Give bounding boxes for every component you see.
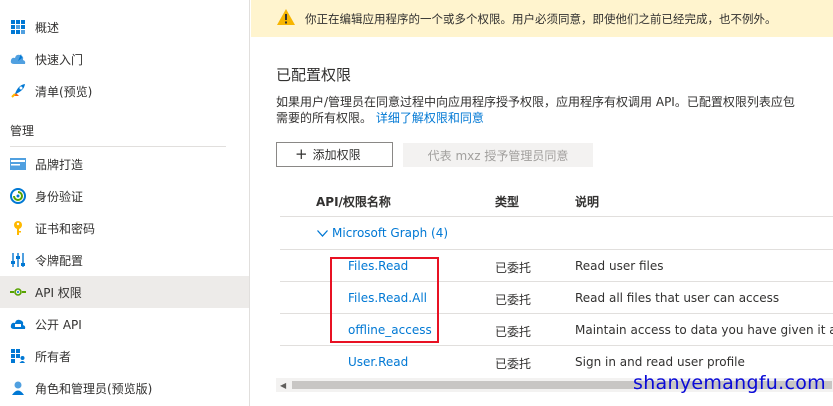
add-permission-label: 添加权限 xyxy=(312,148,361,162)
sidebar-item-label: 角色和管理员(预览版) xyxy=(35,381,153,396)
sidebar-item-label: 身份验证 xyxy=(35,189,84,204)
token-config-icon xyxy=(10,252,26,268)
owners-icon xyxy=(10,348,26,364)
permission-description: Maintain access to data you have given i… xyxy=(575,323,833,337)
rocket-icon xyxy=(10,83,26,99)
main-content: 你正在编辑应用程序的一个或多个权限。用户必须同意，即使他们之前已经完成，也不例外… xyxy=(251,0,833,406)
sidebar-item-quickstart[interactable]: 快速入门 xyxy=(0,43,249,75)
divider xyxy=(280,216,833,217)
description: 如果用户/管理员在同意过程中向应用程序授予权限，应用程序有权调用 API。已配置… xyxy=(276,94,833,126)
chevron-down-icon xyxy=(317,229,328,237)
sidebar-item-label: 证书和密码 xyxy=(35,221,96,236)
grid-icon xyxy=(10,19,26,35)
sidebar-item-label: 清单(预览) xyxy=(35,84,93,99)
sidebar-item-owners[interactable]: 所有者 xyxy=(0,340,249,372)
expose-api-icon xyxy=(10,316,26,332)
sidebar-item-token-config[interactable]: 令牌配置 xyxy=(0,244,249,276)
highlight-box xyxy=(330,257,439,343)
permission-type: 已委托 xyxy=(495,261,532,275)
sidebar-item-label: 品牌打造 xyxy=(35,157,84,172)
sidebar-item-label: 所有者 xyxy=(35,349,72,364)
column-header-type: 类型 xyxy=(495,195,520,209)
divider xyxy=(280,249,833,250)
description-line-2: 需要的所有权限。 详细了解权限和同意 xyxy=(276,110,833,126)
description-text: 需要的所有权限。 xyxy=(276,111,373,125)
sidebar-item-label: 快速入门 xyxy=(35,52,84,67)
divider xyxy=(280,345,833,346)
api-group-row[interactable]: Microsoft Graph (4) xyxy=(317,226,448,240)
banner-text: 你正在编辑应用程序的一个或多个权限。用户必须同意，即使他们之前已经完成，也不例外… xyxy=(305,11,777,26)
grant-admin-consent-button[interactable]: 代表 mxz 授予管理员同意 xyxy=(403,143,593,167)
sidebar-item-expose-api[interactable]: 公开 API xyxy=(0,308,249,340)
sidebar-item-label: 公开 API xyxy=(35,317,82,332)
sidebar-item-overview[interactable]: 概述 xyxy=(0,11,249,43)
sidebar-item-certificates[interactable]: 证书和密码 xyxy=(0,212,249,244)
warning-icon xyxy=(277,9,295,28)
roles-icon xyxy=(10,380,26,396)
warning-banner: 你正在编辑应用程序的一个或多个权限。用户必须同意，即使他们之前已经完成，也不例外… xyxy=(251,0,833,37)
add-permission-button[interactable]: + 添加权限 xyxy=(276,142,393,167)
permission-type: 已委托 xyxy=(495,325,532,339)
watermark: shanyemangfu.com xyxy=(633,372,826,394)
page-title: 已配置权限 xyxy=(276,66,352,84)
sidebar-item-label: 概述 xyxy=(35,20,60,35)
permission-type: 已委托 xyxy=(495,293,532,307)
sidebar: 概述 快速入门 清单(预览) 管理 品牌打造 身份验证 证书和密码 令牌配置 A… xyxy=(0,0,250,406)
key-icon xyxy=(10,220,26,236)
column-header-name: API/权限名称 xyxy=(316,195,391,209)
learn-more-link[interactable]: 详细了解权限和同意 xyxy=(376,111,484,125)
sidebar-item-checklist[interactable]: 清单(预览) xyxy=(0,75,249,107)
plus-icon: + xyxy=(295,145,308,163)
permission-description: Sign in and read user profile xyxy=(575,355,745,369)
sidebar-item-label: 令牌配置 xyxy=(35,253,84,268)
sidebar-item-roles[interactable]: 角色和管理员(预览版) xyxy=(0,372,249,404)
sidebar-item-authentication[interactable]: 身份验证 xyxy=(0,180,249,212)
permission-description: Read all files that user can access xyxy=(575,291,780,305)
permission-description: Read user files xyxy=(575,259,664,273)
branding-icon xyxy=(10,156,26,172)
api-group-label: Microsoft Graph (4) xyxy=(332,226,449,240)
section-header-manage: 管理 xyxy=(10,124,35,138)
column-header-description: 说明 xyxy=(575,195,600,209)
divider xyxy=(10,146,226,147)
permission-type: 已委托 xyxy=(495,357,532,371)
authentication-icon xyxy=(10,188,26,204)
api-permissions-icon xyxy=(10,284,26,300)
sidebar-item-branding[interactable]: 品牌打造 xyxy=(0,148,249,180)
cloud-rocket-icon xyxy=(10,51,26,67)
permission-name-link[interactable]: User.Read xyxy=(348,355,408,369)
sidebar-item-label: API 权限 xyxy=(35,285,82,300)
sidebar-item-api-permissions[interactable]: API 权限 xyxy=(0,276,249,308)
description-line-1: 如果用户/管理员在同意过程中向应用程序授予权限，应用程序有权调用 API。已配置… xyxy=(276,95,795,109)
scroll-left-icon[interactable]: ◀ xyxy=(280,381,286,390)
